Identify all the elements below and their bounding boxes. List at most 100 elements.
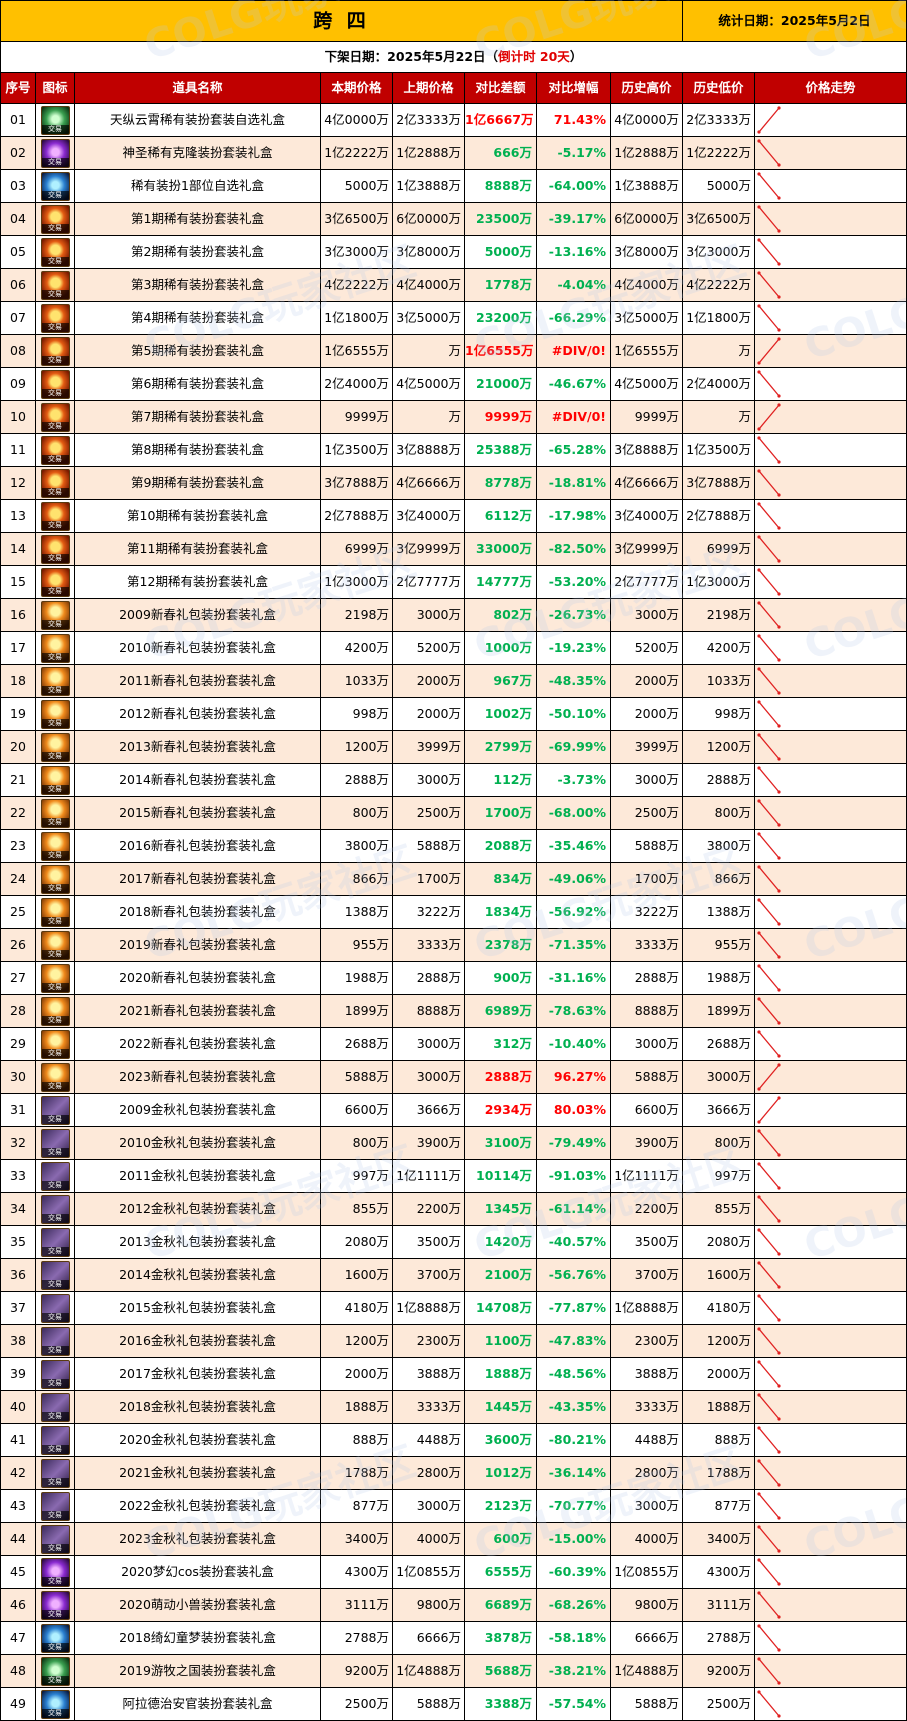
history-high: 3900万 [610,1126,683,1160]
price-change-percent: -78.63% [536,994,611,1028]
history-high: 6666万 [610,1621,683,1655]
price-difference: 6689万 [464,1588,537,1622]
current-price: 3亿7888万 [320,466,393,500]
history-high: 4亿4000万 [610,268,683,302]
item-name: 第8期稀有装扮套装礼盒 [74,433,321,467]
price-change-percent: -15.00% [536,1522,611,1556]
trend-cell [754,1159,907,1193]
price-change-percent: -71.35% [536,928,611,962]
table-row: 43 交易 2022金秋礼包装扮套装礼盒 877万 3000万 2123万 -70.77% 3… [0,1489,907,1523]
current-price: 1亿6555万 [320,334,393,368]
row-index: 05 [0,235,36,269]
item-icon-cell: 交易 [35,697,75,731]
price-difference: 1345万 [464,1192,537,1226]
delist-date: 下架日期：2025年5月22日（倒计时 20天） [0,41,907,73]
gift-box-icon: 交易 [40,997,70,1026]
trade-tag: 交易 [41,1280,69,1289]
history-high: 1700万 [610,862,683,896]
history-high: 4488万 [610,1423,683,1457]
history-high: 4亿0000万 [610,103,683,137]
table-row: 22 交易 2015新春礼包装扮套装礼盒 800万 2500万 1700万 -68.00% 2… [0,796,907,830]
history-low: 2688万 [682,1027,755,1061]
trade-tag: 交易 [41,554,69,563]
trend-cell [754,367,907,401]
item-icon-cell: 交易 [35,1423,75,1457]
item-name: 第11期稀有装扮套装礼盒 [74,532,321,566]
item-name: 2013新春礼包装扮套装礼盒 [74,730,321,764]
previous-price: 3500万 [392,1225,465,1259]
item-name: 2020梦幻cos装扮套装礼盒 [74,1555,321,1589]
price-difference: 33000万 [464,532,537,566]
price-change-percent: -56.76% [536,1258,611,1292]
current-price: 2788万 [320,1621,393,1655]
row-index: 12 [0,466,36,500]
history-low: 888万 [682,1423,755,1457]
current-price: 2000万 [320,1357,393,1391]
price-difference: 3600万 [464,1423,537,1457]
item-name: 神圣稀有克隆装扮套装礼盒 [74,136,321,170]
trend-arrow-icon [757,1327,781,1355]
current-price: 2688万 [320,1027,393,1061]
trade-tag: 交易 [41,818,69,827]
item-name: 2016金秋礼包装扮套装礼盒 [74,1324,321,1358]
history-high: 1亿3888万 [610,169,683,203]
history-high: 9999万 [610,400,683,434]
history-low: 2000万 [682,1357,755,1391]
table-row: 38 交易 2016金秋礼包装扮套装礼盒 1200万 2300万 1100万 -47.83%… [0,1324,907,1358]
current-price: 4亿2222万 [320,268,393,302]
history-low: 2198万 [682,598,755,632]
previous-price: 1亿1111万 [392,1159,465,1193]
row-index: 48 [0,1654,36,1688]
price-change-percent: -13.16% [536,235,611,269]
gift-box-icon: 交易 [40,799,70,828]
item-icon-cell: 交易 [35,136,75,170]
item-name: 第3期稀有装扮套装礼盒 [74,268,321,302]
price-change-percent: -79.49% [536,1126,611,1160]
item-name: 2019游牧之国装扮套装礼盒 [74,1654,321,1688]
trend-arrow-icon [757,370,781,398]
trend-cell [754,1126,907,1160]
price-change-percent: -50.10% [536,697,611,731]
item-name: 2020萌动小兽装扮套装礼盒 [74,1588,321,1622]
trend-arrow-icon [757,1228,781,1256]
gift-box-icon: 交易 [40,832,70,861]
table-row: 19 交易 2012新春礼包装扮套装礼盒 998万 2000万 1002万 -50.10% 2… [0,697,907,731]
history-high: 3500万 [610,1225,683,1259]
trend-arrow-icon [757,106,781,134]
row-index: 23 [0,829,36,863]
item-name: 稀有装扮1部位自选礼盒 [74,169,321,203]
previous-price: 2500万 [392,796,465,830]
row-index: 45 [0,1555,36,1589]
gift-box-icon: 交易 [40,436,70,465]
trend-cell [754,598,907,632]
row-index: 42 [0,1456,36,1490]
price-change-percent: -48.35% [536,664,611,698]
trend-arrow-icon [757,304,781,332]
previous-price: 4亿4000万 [392,268,465,302]
history-high: 3000万 [610,1027,683,1061]
trade-tag: 交易 [41,1346,69,1355]
row-index: 28 [0,994,36,1028]
price-change-percent: -10.40% [536,1027,611,1061]
current-price: 1788万 [320,1456,393,1490]
gift-box-icon: 交易 [40,1492,70,1521]
previous-price: 5888万 [392,829,465,863]
history-low: 1亿3000万 [682,565,755,599]
gift-box-icon: 交易 [40,1624,70,1653]
history-high: 2200万 [610,1192,683,1226]
item-name: 2020新春礼包装扮套装礼盒 [74,961,321,995]
item-name: 第4期稀有装扮套装礼盒 [74,301,321,335]
price-change-percent: -39.17% [536,202,611,236]
trend-arrow-icon [757,205,781,233]
trade-tag: 交易 [41,1148,69,1157]
table-row: 44 交易 2023金秋礼包装扮套装礼盒 3400万 4000万 600万 -15.00% 4… [0,1522,907,1556]
trend-cell [754,499,907,533]
history-low: 1033万 [682,664,755,698]
trend-cell [754,928,907,962]
current-price: 4300万 [320,1555,393,1589]
previous-price: 3亿5000万 [392,301,465,335]
history-low: 1亿2222万 [682,136,755,170]
item-name: 第6期稀有装扮套装礼盒 [74,367,321,401]
table-row: 13 交易 第10期稀有装扮套装礼盒 2亿7888万 3亿4000万 6112万 -17.9… [0,499,907,533]
gift-box-icon: 交易 [40,469,70,498]
